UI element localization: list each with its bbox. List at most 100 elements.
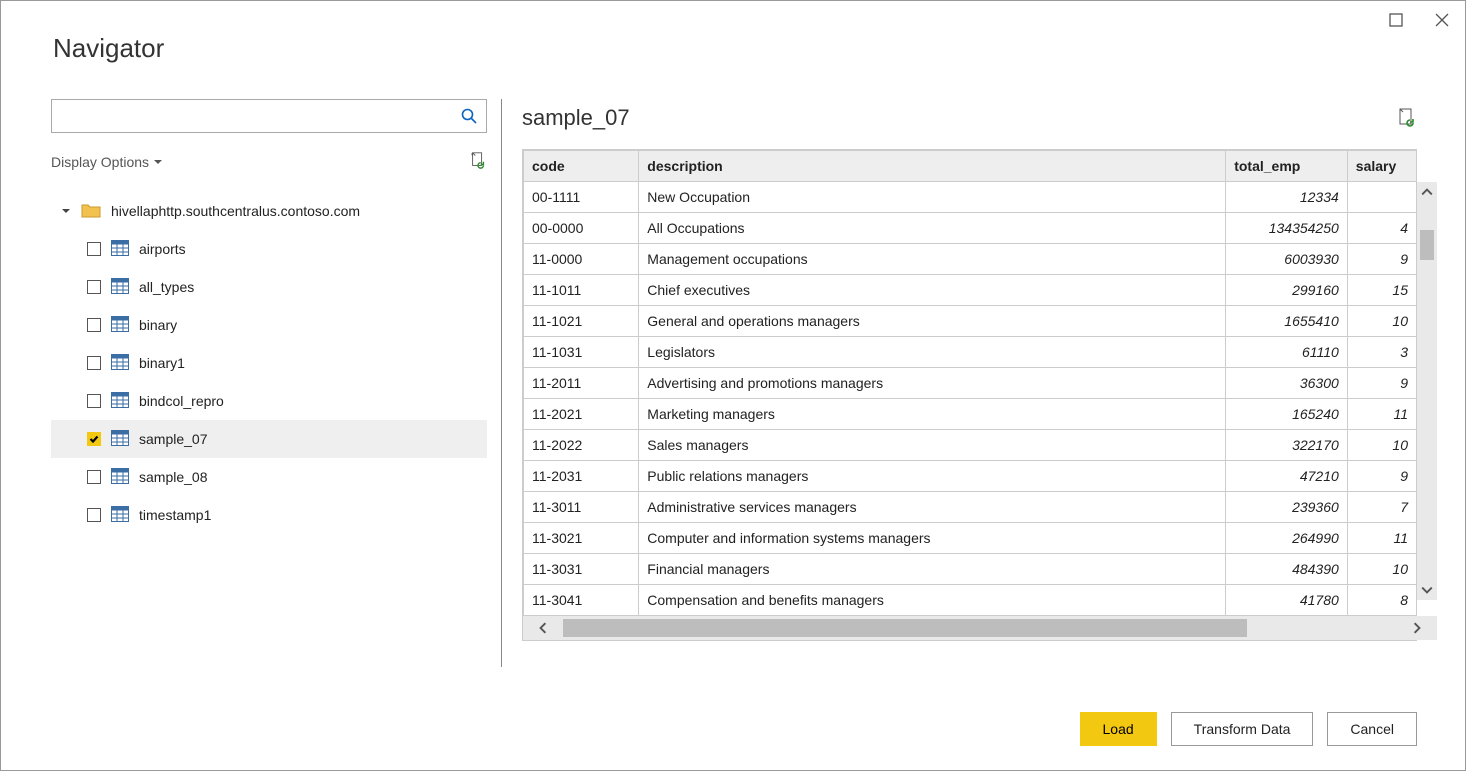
preview-title: sample_07 [522,105,630,131]
cell-salary [1347,182,1416,213]
checkbox[interactable] [87,356,101,370]
table-row[interactable]: 11-2021Marketing managers16524011 [524,399,1417,430]
window-controls [1387,11,1451,32]
tree-item[interactable]: timestamp1 [51,496,487,534]
tree-item[interactable]: bindcol_repro [51,382,487,420]
cell-total-emp: 264990 [1226,523,1348,554]
cell-total-emp: 322170 [1226,430,1348,461]
cell-salary: 11 [1347,399,1416,430]
search-input[interactable] [52,102,452,130]
cell-total-emp: 47210 [1226,461,1348,492]
tree-item[interactable]: airports [51,230,487,268]
checkbox[interactable] [87,432,101,446]
table-row[interactable]: 11-2022Sales managers32217010 [524,430,1417,461]
cell-code: 11-3011 [524,492,639,523]
display-options-button[interactable]: Display Options [51,154,163,170]
scroll-right-icon[interactable] [1397,616,1437,640]
table-icon [111,278,129,297]
nav-pane: Display Options hivellaphttp.southcentra… [51,99,501,686]
col-code[interactable]: code [524,151,639,182]
scroll-down-icon[interactable] [1417,580,1437,600]
table-row[interactable]: 11-1021General and operations managers16… [524,306,1417,337]
tree-root-label: hivellaphttp.southcentralus.contoso.com [111,203,360,219]
dialog-footer: Load Transform Data Cancel [1080,712,1417,746]
checkbox[interactable] [87,318,101,332]
horizontal-scrollbar[interactable] [523,616,1437,640]
table-icon [111,506,129,525]
tree-item-label: sample_08 [139,469,208,485]
display-options-label: Display Options [51,154,149,170]
tree-item[interactable]: binary1 [51,344,487,382]
refresh-preview-icon[interactable] [1397,107,1417,130]
table-row[interactable]: 11-3041Compensation and benefits manager… [524,585,1417,616]
vertical-scrollbar[interactable] [1417,182,1437,600]
cell-description: General and operations managers [639,306,1226,337]
table-row[interactable]: 11-2031Public relations managers472109 [524,461,1417,492]
cell-code: 11-3021 [524,523,639,554]
vscroll-thumb[interactable] [1420,230,1434,260]
maximize-icon[interactable] [1387,11,1405,32]
table-row[interactable]: 11-1011Chief executives29916015 [524,275,1417,306]
refresh-tree-icon[interactable] [469,151,487,172]
collapse-icon[interactable] [61,203,71,219]
tree-item[interactable]: binary [51,306,487,344]
cell-total-emp: 36300 [1226,368,1348,399]
table-row[interactable]: 11-3021Computer and information systems … [524,523,1417,554]
checkbox[interactable] [87,242,101,256]
col-description[interactable]: description [639,151,1226,182]
cell-description: All Occupations [639,213,1226,244]
table-row[interactable]: 00-1111New Occupation12334 [524,182,1417,213]
table-row[interactable]: 11-0000Management occupations60039309 [524,244,1417,275]
checkbox[interactable] [87,280,101,294]
cell-description: Financial managers [639,554,1226,585]
tree-item-label: bindcol_repro [139,393,224,409]
tree-item-label: timestamp1 [139,507,211,523]
cell-code: 11-0000 [524,244,639,275]
cell-total-emp: 239360 [1226,492,1348,523]
col-salary[interactable]: salary [1347,151,1416,182]
cell-code: 11-3041 [524,585,639,616]
col-total-emp[interactable]: total_emp [1226,151,1348,182]
tree-item-label: airports [139,241,186,257]
tree-item[interactable]: sample_08 [51,458,487,496]
preview-pane: sample_07 code description total_emp sal… [502,99,1417,686]
scroll-up-icon[interactable] [1417,182,1437,202]
cell-total-emp: 299160 [1226,275,1348,306]
checkbox[interactable] [87,470,101,484]
scroll-left-icon[interactable] [523,616,563,640]
table-row[interactable]: 11-1031Legislators611103 [524,337,1417,368]
checkbox[interactable] [87,394,101,408]
chevron-down-icon [153,157,163,167]
hscroll-thumb[interactable] [563,619,1247,637]
tree-item-label: all_types [139,279,194,295]
cell-salary: 9 [1347,244,1416,275]
cell-code: 00-0000 [524,213,639,244]
table-row[interactable]: 11-2011Advertising and promotions manage… [524,368,1417,399]
close-icon[interactable] [1433,11,1451,32]
cancel-button[interactable]: Cancel [1327,712,1417,746]
table-row[interactable]: 11-3011Administrative services managers2… [524,492,1417,523]
navigator-dialog: Navigator Display Options [0,0,1466,771]
tree-item[interactable]: all_types [51,268,487,306]
table-row[interactable]: 11-3031Financial managers48439010 [524,554,1417,585]
cell-description: Legislators [639,337,1226,368]
cell-code: 11-2022 [524,430,639,461]
checkbox[interactable] [87,508,101,522]
cell-salary: 10 [1347,554,1416,585]
cell-description: Administrative services managers [639,492,1226,523]
cell-code: 11-2031 [524,461,639,492]
table-icon [111,240,129,259]
load-button[interactable]: Load [1080,712,1157,746]
table-icon [111,430,129,449]
tree-item[interactable]: sample_07 [51,420,487,458]
cell-salary: 9 [1347,368,1416,399]
search-icon[interactable] [452,108,486,124]
tree-root[interactable]: hivellaphttp.southcentralus.contoso.com [51,192,487,230]
cell-total-emp: 484390 [1226,554,1348,585]
cell-code: 11-2021 [524,399,639,430]
cell-code: 11-1031 [524,337,639,368]
cell-total-emp: 12334 [1226,182,1348,213]
transform-data-button[interactable]: Transform Data [1171,712,1314,746]
table-row[interactable]: 00-0000All Occupations1343542504 [524,213,1417,244]
cell-salary: 8 [1347,585,1416,616]
